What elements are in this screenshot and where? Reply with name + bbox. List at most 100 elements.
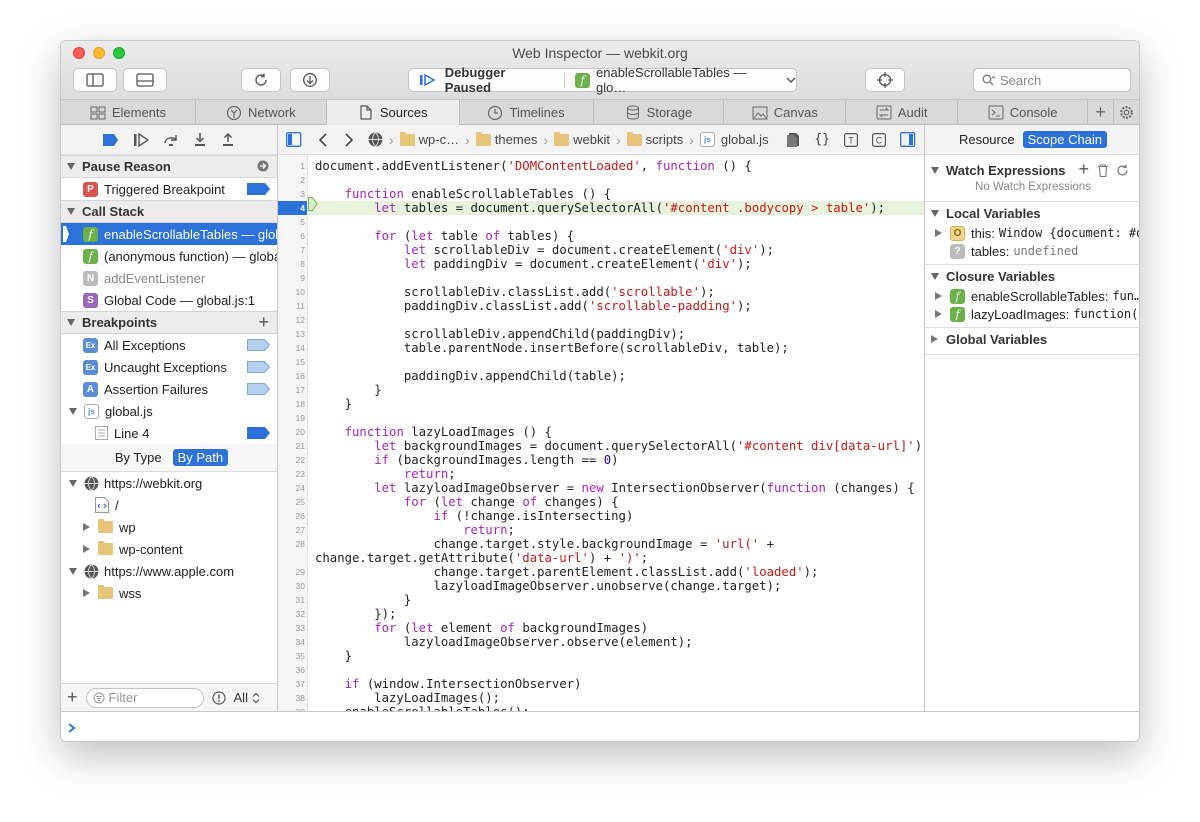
pretty-print-icon[interactable]	[786, 132, 800, 147]
line-number[interactable]: 33	[278, 621, 305, 635]
step-over-icon[interactable]	[163, 133, 179, 147]
code-line[interactable]: 23 return;	[278, 467, 924, 481]
coverage-icon[interactable]: C	[872, 132, 886, 147]
back-arrow-icon[interactable]	[318, 132, 328, 147]
code-line[interactable]: 27 return;	[278, 523, 924, 537]
code-line[interactable]: 10 scrollableDiv.classList.add('scrollab…	[278, 285, 924, 299]
variable-row[interactable]: ? tables: undefined	[925, 242, 1139, 260]
line-number[interactable]: 36	[278, 663, 305, 677]
sidebar-toggle-icon[interactable]	[286, 132, 302, 147]
code-line[interactable]: 38 lazyLoadImages();	[278, 691, 924, 705]
tab-network[interactable]: Network	[196, 100, 327, 125]
line-number[interactable]: 34	[278, 635, 305, 649]
resume-icon[interactable]	[133, 132, 149, 147]
tab-resource[interactable]: Resource	[959, 132, 1015, 147]
call-frame[interactable]: f (anonymous function) — global.js:37	[61, 245, 277, 267]
code-line[interactable]: 11 paddingDiv.classList.add('scrollable-…	[278, 299, 924, 313]
tab-elements[interactable]: Elements	[61, 100, 196, 125]
toggle-drawer-button[interactable]	[123, 68, 167, 92]
code-line[interactable]: 24 let lazyloadImageObserver = new Inter…	[278, 481, 924, 495]
line-number[interactable]: 19	[278, 411, 305, 425]
line-number[interactable]: 22	[278, 453, 305, 467]
forward-arrow-icon[interactable]	[344, 132, 354, 147]
variable-row[interactable]: f lazyLoadImages: function(	[925, 305, 1139, 323]
tab-audit[interactable]: Audit	[846, 100, 959, 125]
resource-folder[interactable]: wp-content	[61, 538, 277, 560]
code-line[interactable]: 15	[278, 355, 924, 369]
breakpoint-item[interactable]: A Assertion Failures	[61, 378, 277, 400]
breakpoint-item[interactable]: Ex All Exceptions	[61, 334, 277, 356]
pause-reason-item[interactable]: P Triggered Breakpoint	[61, 178, 277, 200]
call-frame[interactable]: f enableScrollableTables — global.js:4	[61, 223, 277, 245]
line-number[interactable]: 2	[278, 173, 305, 187]
add-breakpoint-button[interactable]: +	[258, 312, 269, 333]
code-line[interactable]: 25 for (let change of changes) {	[278, 495, 924, 509]
search-field[interactable]: Search	[973, 68, 1131, 92]
download-button[interactable]	[290, 68, 330, 92]
variable-row[interactable]: O this: Window {document: #d	[925, 224, 1139, 242]
resource-item[interactable]: /	[61, 494, 277, 516]
code-line[interactable]: 30 lazyloadImageObserver.unobserve(chang…	[278, 579, 924, 593]
code-line[interactable]: 4 let tables = document.querySelectorAll…	[278, 201, 924, 215]
code-line[interactable]: change.target.getAttribute('data-url') +…	[278, 551, 924, 565]
call-frame[interactable]: S Global Code — global.js:1	[61, 289, 277, 311]
call-frame[interactable]: N addEventListener	[61, 267, 277, 289]
line-number[interactable]: 24	[278, 481, 305, 495]
line-number[interactable]: 37	[278, 677, 305, 691]
local-variables-header[interactable]: Local Variables	[925, 202, 1139, 224]
code-line[interactable]: 17 }	[278, 383, 924, 397]
line-number[interactable]: 12	[278, 313, 305, 327]
code-line[interactable]: 1 document.addEventListener('DOMContentLo…	[278, 159, 924, 173]
line-number[interactable]: 20	[278, 425, 305, 439]
line-number[interactable]: 26	[278, 509, 305, 523]
resource-folder[interactable]: wss	[61, 582, 277, 604]
line-number[interactable]: 23	[278, 467, 305, 481]
exclamation-icon[interactable]	[211, 690, 226, 705]
line-number[interactable]: 15	[278, 355, 305, 369]
code-line[interactable]: 22 if (backgroundImages.length == 0)	[278, 453, 924, 467]
code-line[interactable]: 9	[278, 271, 924, 285]
resource-origin[interactable]: https://www.apple.com	[61, 560, 277, 582]
code-line[interactable]: 37 if (window.IntersectionObserver)	[278, 677, 924, 691]
toggle-navigation-sidebar-button[interactable]	[73, 68, 117, 92]
by-path-button[interactable]: By Path	[172, 449, 229, 466]
code-line[interactable]: 29 change.target.parentElement.classList…	[278, 565, 924, 579]
refresh-icon[interactable]	[1116, 164, 1129, 177]
line-number[interactable]: 7	[278, 243, 305, 257]
line-number[interactable]: 18	[278, 397, 305, 411]
code-line[interactable]: 14 table.parentNode.insertBefore(scrolla…	[278, 341, 924, 355]
trash-icon[interactable]	[1097, 164, 1109, 177]
tab-console[interactable]: Console	[958, 100, 1089, 125]
breadcrumb-item[interactable]: wp-c…	[399, 131, 459, 147]
line-number[interactable]: 4	[278, 201, 307, 215]
add-watch-button[interactable]: +	[1078, 159, 1089, 180]
call-stack-header[interactable]: Call Stack	[61, 200, 277, 223]
console-prompt[interactable]	[61, 711, 1139, 741]
line-number[interactable]: 5	[278, 215, 305, 229]
line-number[interactable]: 13	[278, 327, 305, 341]
breadcrumb-item[interactable]: js global.js	[699, 132, 769, 147]
resource-origin[interactable]: https://webkit.org	[61, 472, 277, 494]
line-number[interactable]: 28	[278, 537, 305, 551]
breakpoint-item[interactable]: Ex Uncaught Exceptions	[61, 356, 277, 378]
breakpoint-line[interactable]: Line 4	[61, 422, 277, 444]
code-line[interactable]: 8 let paddingDiv = document.createElemen…	[278, 257, 924, 271]
by-type-button[interactable]: By Type	[110, 449, 167, 466]
code-line[interactable]: 28 change.target.style.backgroundImage =…	[278, 537, 924, 551]
code-line[interactable]: 31 }	[278, 593, 924, 607]
tab-canvas[interactable]: Canvas	[724, 100, 847, 125]
line-number[interactable]: 32	[278, 607, 305, 621]
line-number[interactable]: 21	[278, 439, 305, 453]
new-tab-button[interactable]: +	[1088, 100, 1115, 125]
code-line[interactable]: 34 lazyloadImageObserver.observe(element…	[278, 635, 924, 649]
filter-scope-select[interactable]: All	[234, 690, 248, 705]
line-number[interactable]: 10	[278, 285, 305, 299]
code-line[interactable]: 2	[278, 173, 924, 187]
line-number[interactable]: 9	[278, 271, 305, 285]
tab-scope-chain[interactable]: Scope Chain	[1022, 131, 1108, 148]
code-line[interactable]: 16 paddingDiv.appendChild(table);	[278, 369, 924, 383]
code-line[interactable]: 6 for (let table of tables) {	[278, 229, 924, 243]
step-into-icon[interactable]	[193, 132, 207, 147]
filter-field[interactable]: Filter	[85, 687, 204, 708]
resource-folder[interactable]: wp	[61, 516, 277, 538]
